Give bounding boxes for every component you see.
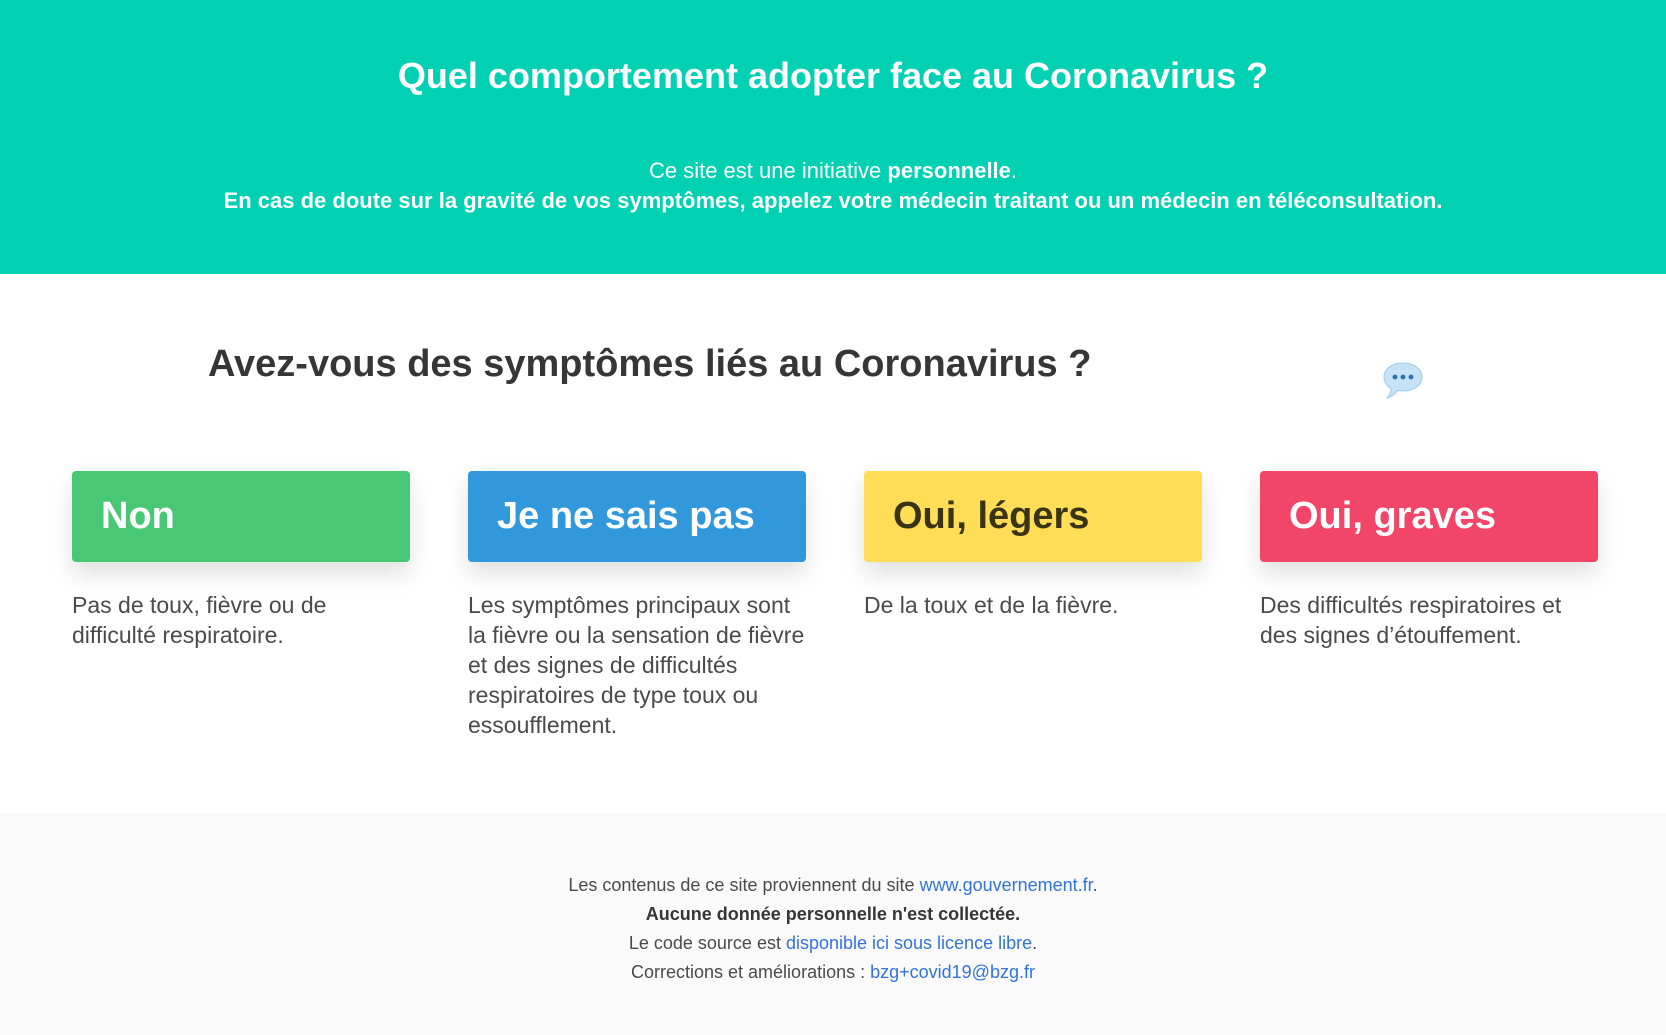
footer: Les contenus de ce site proviennent du s… bbox=[0, 813, 1666, 1035]
option-oui-graves-description: Des difficultés respiratoires et des sig… bbox=[1260, 592, 1562, 648]
doctor-warning-text: En cas de doute sur la gravité de vos sy… bbox=[223, 188, 1443, 213]
contact-email-link[interactable]: bzg+covid19@bzg.fr bbox=[870, 962, 1035, 982]
footer-privacy-notice: Aucune donnée personnelle n'est collecté… bbox=[645, 904, 1021, 924]
hero-subtitle: Ce site est une initiative personnelle. … bbox=[0, 156, 1666, 216]
gouvernement-link[interactable]: www.gouvernement.fr bbox=[920, 875, 1093, 895]
option-oui-legers-description: De la toux et de la fièvre. bbox=[864, 592, 1119, 618]
initiative-suffix: . bbox=[1010, 158, 1018, 183]
footer-contact-line: Corrections et améliorations : bzg+covid… bbox=[0, 958, 1666, 987]
initiative-bold: personnelle bbox=[887, 158, 1011, 183]
footer-code-line: Le code source est disponible ici sous l… bbox=[0, 929, 1666, 958]
footer-code-prefix: Le code source est bbox=[628, 933, 786, 953]
option-non-label: Non bbox=[101, 495, 175, 537]
page-title: Quel comportement adopter face au Corona… bbox=[397, 55, 1269, 96]
footer-source-prefix: Les contenus de ce site proviennent du s… bbox=[568, 875, 920, 895]
speech-bubble-icon bbox=[1383, 362, 1423, 399]
initiative-prefix: Ce site est une initiative bbox=[648, 158, 888, 183]
option-je-ne-sais-pas-button[interactable]: Je ne sais pas bbox=[468, 471, 806, 562]
option-oui-graves-label: Oui, graves bbox=[1289, 495, 1496, 537]
option-je-ne-sais-pas-description: Les symptômes principaux sont la fièvre … bbox=[468, 592, 805, 738]
option-non-button[interactable]: Non bbox=[72, 471, 410, 562]
option-oui-legers-label: Oui, légers bbox=[893, 495, 1090, 537]
doctor-warning: En cas de doute sur la gravité de vos sy… bbox=[0, 186, 1666, 216]
initiative-notice: Ce site est une initiative personnelle. bbox=[0, 156, 1666, 186]
footer-source-line: Les contenus de ce site proviennent du s… bbox=[0, 871, 1666, 900]
footer-text: Les contenus de ce site proviennent du s… bbox=[0, 871, 1666, 987]
footer-source-suffix: . bbox=[1092, 875, 1098, 895]
source-code-link[interactable]: disponible ici sous licence libre bbox=[786, 933, 1032, 953]
option-je-ne-sais-pas-label: Je ne sais pas bbox=[497, 495, 755, 537]
hero-banner: Quel comportement adopter face au Corona… bbox=[0, 0, 1666, 274]
question-title: Avez-vous des symptômes liés au Coronavi… bbox=[208, 343, 1092, 385]
footer-contact-prefix: Corrections et améliorations : bbox=[631, 962, 871, 982]
option-oui-graves-button[interactable]: Oui, graves bbox=[1260, 471, 1598, 562]
footer-code-suffix: . bbox=[1032, 933, 1038, 953]
option-non-description: Pas de toux, fièvre ou de difficulté res… bbox=[72, 592, 327, 648]
option-oui-legers-button[interactable]: Oui, légers bbox=[864, 471, 1202, 562]
